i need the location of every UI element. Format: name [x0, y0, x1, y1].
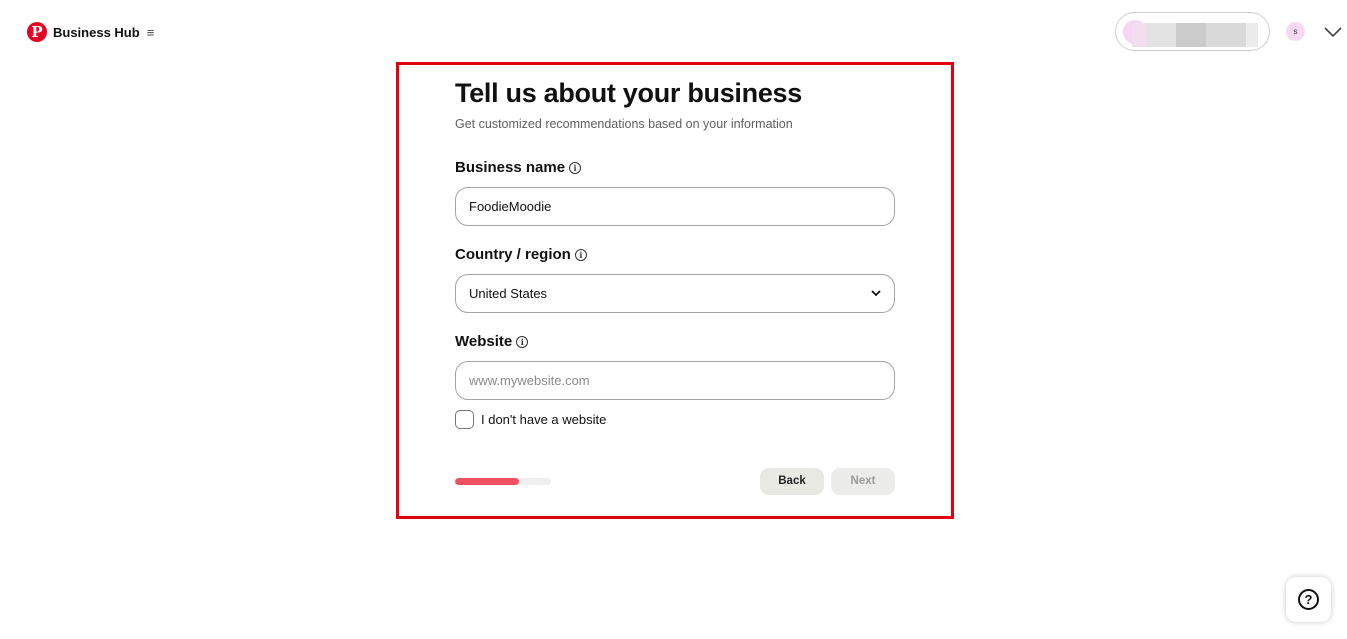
- redacted-block: [1246, 23, 1258, 47]
- no-website-checkbox[interactable]: [455, 410, 474, 429]
- redacted-block: [1206, 23, 1246, 47]
- user-avatar[interactable]: s: [1286, 22, 1305, 41]
- page-title: Tell us about your business: [455, 78, 802, 108]
- country-label: Country / region i: [455, 246, 587, 263]
- no-website-label[interactable]: I don't have a website: [481, 412, 606, 427]
- info-icon[interactable]: i: [516, 335, 529, 348]
- help-icon: ?: [1298, 589, 1319, 610]
- business-name-label: Business name i: [455, 159, 582, 176]
- business-name-field[interactable]: [455, 187, 895, 226]
- business-name-label-text: Business name: [455, 159, 566, 176]
- redacted-block: [1132, 23, 1146, 47]
- help-button[interactable]: ?: [1286, 577, 1331, 622]
- chevron-down-icon[interactable]: [1322, 24, 1344, 40]
- website-field[interactable]: [455, 361, 895, 400]
- country-selected-value: United States: [469, 286, 548, 301]
- website-label-text: Website: [455, 333, 513, 350]
- next-button[interactable]: Next: [831, 468, 895, 495]
- progress-fill: [455, 478, 520, 485]
- website-input[interactable]: [469, 362, 881, 399]
- brand-title[interactable]: Business Hub: [53, 25, 140, 40]
- pinterest-logo-icon[interactable]: P: [27, 22, 47, 42]
- progress-bar: [455, 478, 551, 485]
- logo-glyph: P: [31, 23, 43, 41]
- country-select[interactable]: United States: [455, 274, 895, 313]
- no-website-row: I don't have a website: [455, 410, 606, 429]
- chevron-down-icon: [871, 290, 881, 297]
- redacted-block: [1146, 23, 1176, 47]
- website-label: Website i: [455, 333, 529, 350]
- brand: P Business Hub ≡: [27, 22, 154, 42]
- info-icon[interactable]: i: [569, 161, 582, 174]
- back-button[interactable]: Back: [760, 468, 824, 495]
- business-name-input[interactable]: [469, 188, 881, 225]
- country-label-text: Country / region: [455, 246, 571, 263]
- account-switcher[interactable]: [1115, 12, 1270, 51]
- info-icon[interactable]: i: [574, 248, 587, 261]
- hamburger-menu-icon[interactable]: ≡: [147, 25, 155, 40]
- page-subtitle: Get customized recommendations based on …: [455, 117, 793, 131]
- redacted-block: [1176, 23, 1206, 47]
